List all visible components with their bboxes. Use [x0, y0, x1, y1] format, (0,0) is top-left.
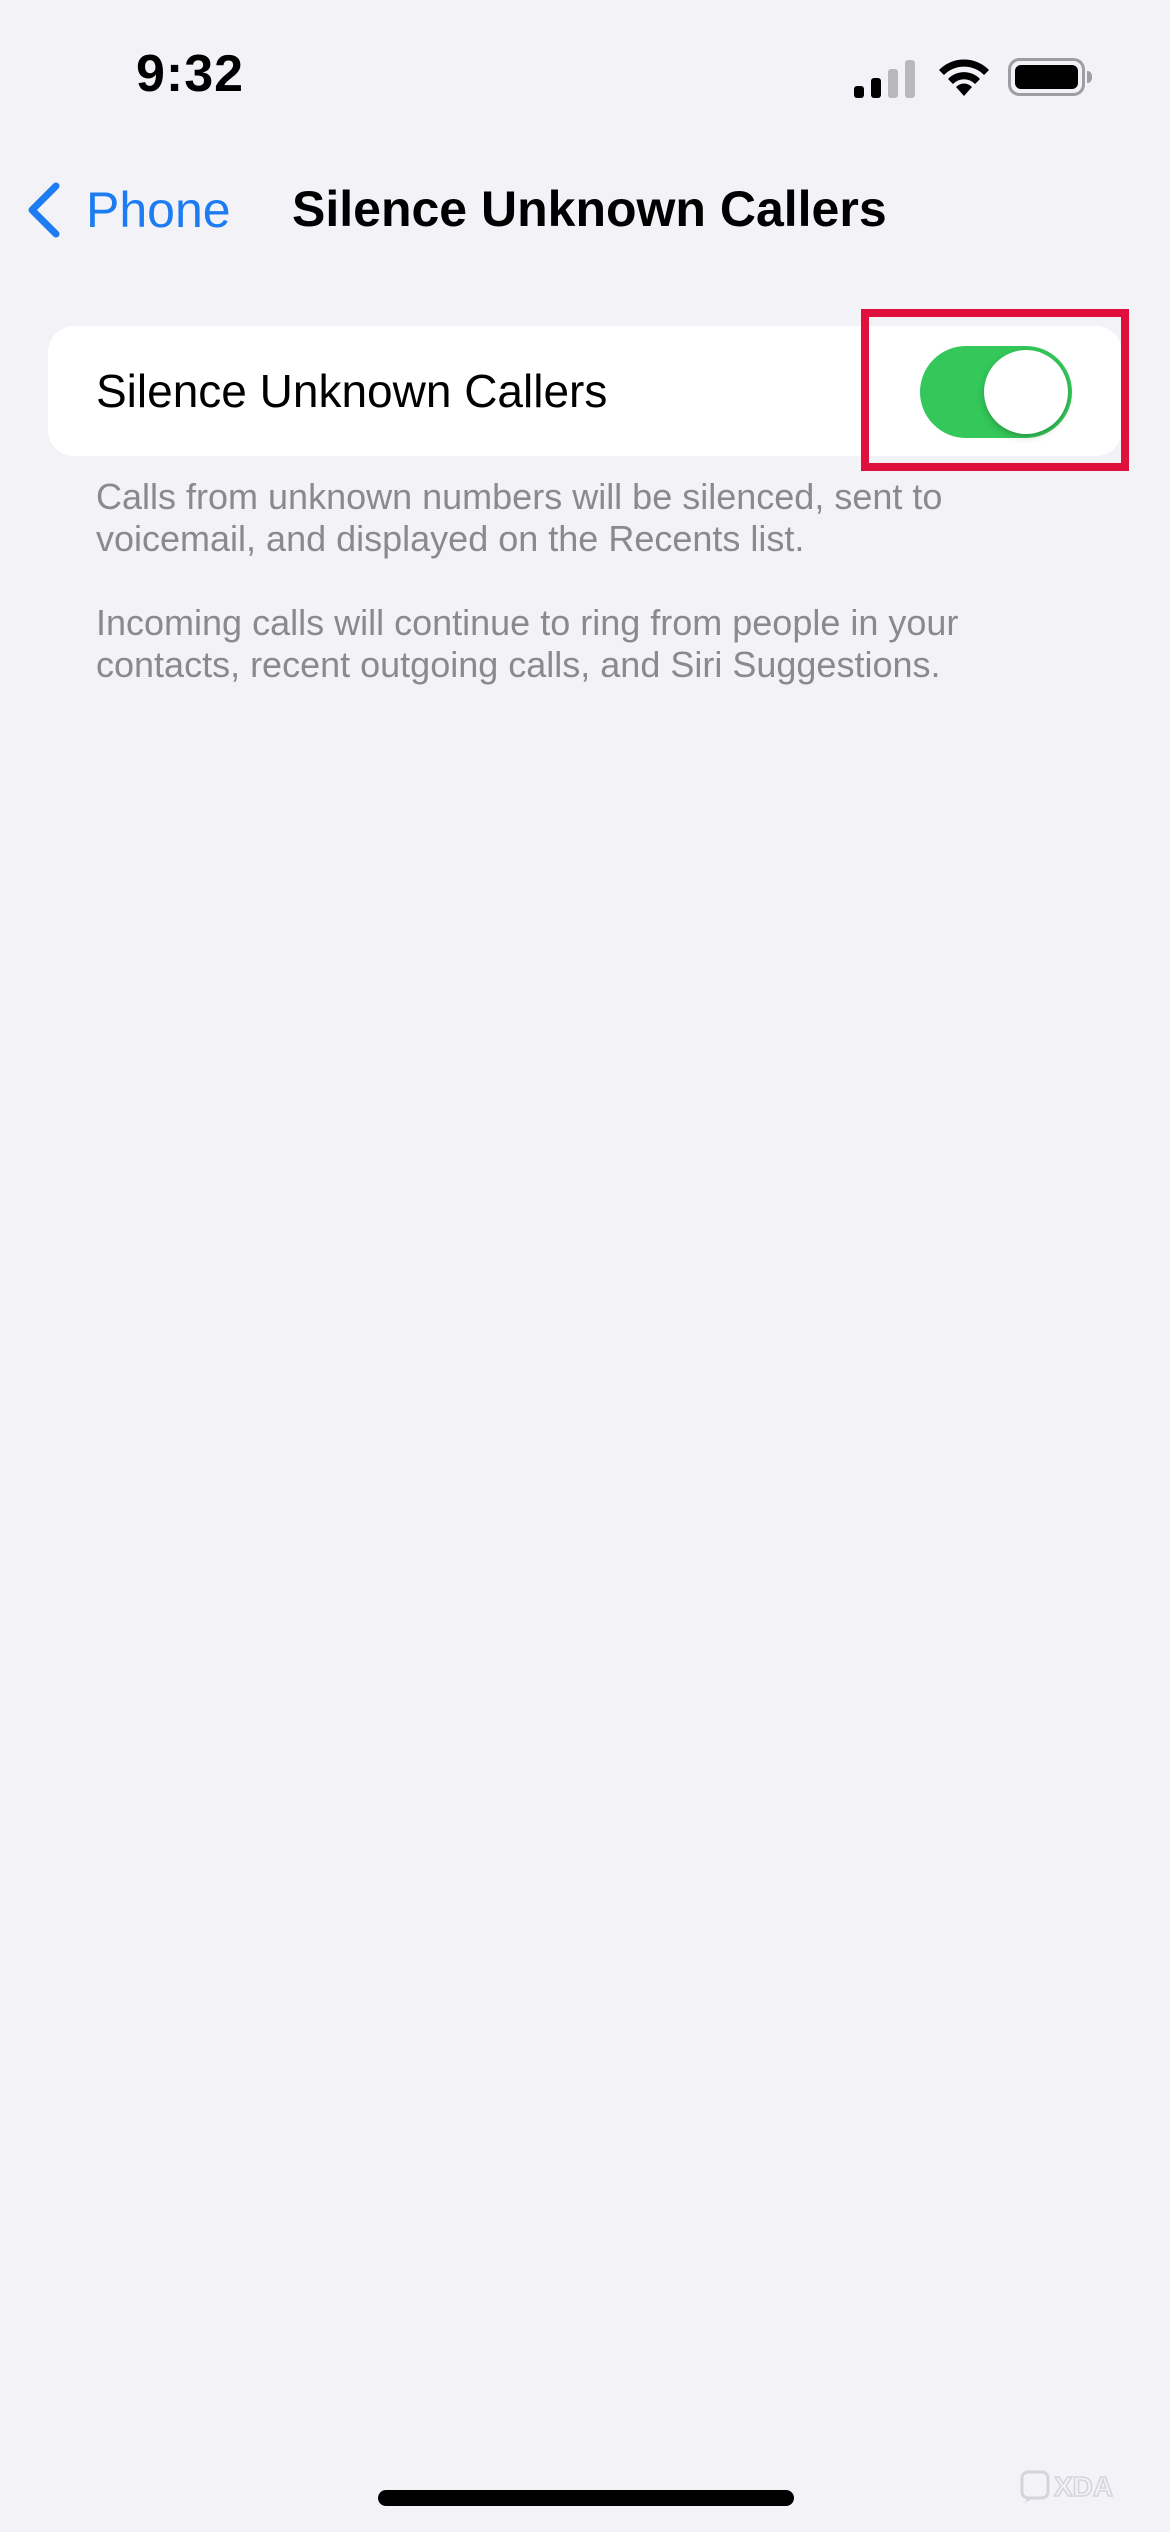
settings-group: Silence Unknown Callers	[48, 326, 1122, 456]
footer-description-2: Incoming calls will continue to ring fro…	[96, 602, 959, 685]
status-bar: 9:32	[0, 0, 1170, 150]
toggle-knob	[984, 350, 1068, 434]
silence-unknown-callers-toggle[interactable]	[920, 346, 1072, 438]
silence-unknown-callers-label: Silence Unknown Callers	[96, 365, 608, 417]
back-button[interactable]: Phone	[24, 172, 231, 248]
cellular-signal-icon	[854, 60, 915, 98]
back-button-label: Phone	[86, 182, 231, 238]
home-indicator[interactable]	[378, 2490, 794, 2506]
xda-watermark-logo: XDA	[1020, 2468, 1140, 2504]
chevron-left-icon	[28, 182, 60, 238]
battery-icon	[1008, 58, 1092, 96]
watermark-text: XDA	[1054, 2471, 1113, 2502]
navigation-bar: Phone Silence Unknown Callers	[0, 160, 1170, 260]
footer-description-1: Calls from unknown numbers will be silen…	[96, 476, 943, 559]
page-title: Silence Unknown Callers	[292, 181, 887, 237]
status-time: 9:32	[136, 45, 245, 103]
wifi-icon	[939, 59, 989, 96]
